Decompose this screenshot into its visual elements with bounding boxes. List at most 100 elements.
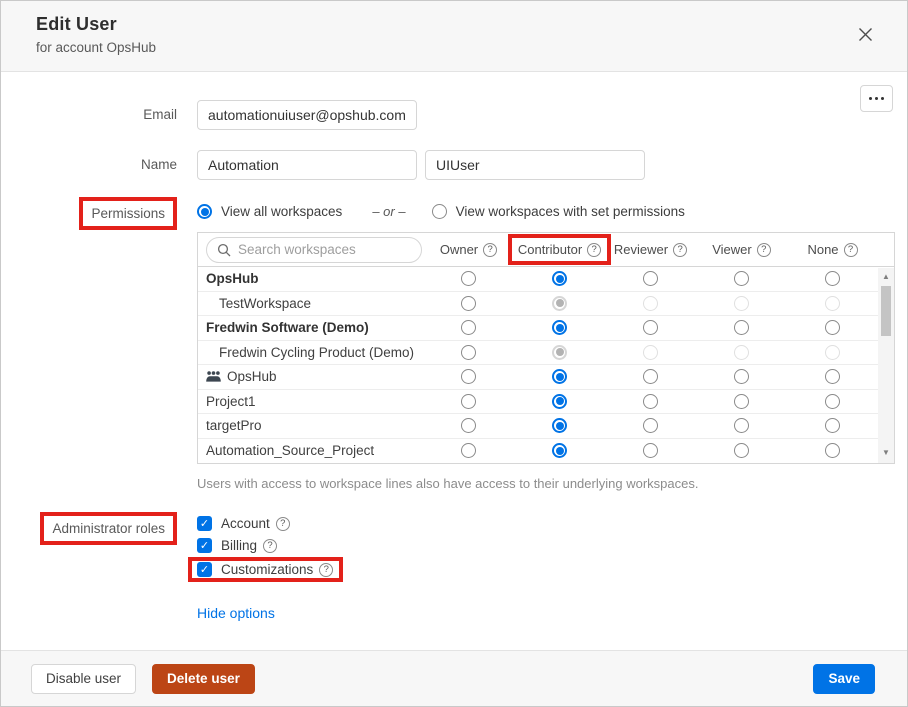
scroll-down-icon[interactable]: ▼ [882, 447, 890, 459]
permissions-label: Permissions [91, 206, 165, 221]
radio-viewer[interactable] [734, 394, 749, 409]
radio-owner[interactable] [461, 418, 476, 433]
help-icon[interactable]: ? [263, 539, 277, 553]
radio-none[interactable] [825, 443, 840, 458]
workspace-row: OpsHub [198, 267, 878, 292]
radio-viewer[interactable] [734, 369, 749, 384]
admin-roles-label: Administrator roles [52, 521, 165, 536]
column-label: Owner [440, 242, 478, 257]
workspace-note: Users with access to workspace lines als… [197, 476, 893, 491]
radio-none[interactable] [825, 369, 840, 384]
help-icon[interactable]: ? [276, 517, 290, 531]
help-icon[interactable]: ? [319, 563, 333, 577]
workspace-name: OpsHub [198, 271, 423, 286]
radio-owner[interactable] [461, 345, 476, 360]
more-options-button[interactable] [860, 85, 893, 112]
checkbox-icon[interactable]: ✓ [197, 562, 212, 577]
radio-contributor [552, 296, 567, 311]
email-row: Email [31, 100, 893, 130]
radio-owner[interactable] [461, 369, 476, 384]
radio-none[interactable] [825, 320, 840, 335]
page-subtitle: for account OpsHub [36, 40, 907, 55]
scrollbar[interactable]: ▲ ▼ [878, 268, 894, 463]
radio-viewer[interactable] [734, 271, 749, 286]
save-button[interactable]: Save [813, 664, 875, 694]
radio-none[interactable] [825, 394, 840, 409]
radio-viewer[interactable] [734, 320, 749, 335]
workspace-name: targetPro [198, 418, 423, 433]
checkbox-icon[interactable]: ✓ [197, 516, 212, 531]
workspace-name: OpsHub [198, 369, 423, 384]
admin-role-label: Customizations [221, 562, 313, 577]
radio-contributor[interactable] [552, 443, 567, 458]
modal-footer: Disable user Delete user Save [1, 650, 907, 706]
radio-viewer[interactable] [734, 418, 749, 433]
radio-viewer[interactable] [734, 443, 749, 458]
first-name-field[interactable] [197, 150, 417, 180]
radio-owner[interactable] [461, 296, 476, 311]
search-input[interactable] [231, 239, 401, 261]
help-icon[interactable]: ? [587, 243, 601, 257]
help-icon[interactable]: ? [757, 243, 771, 257]
column-header-none: None? [787, 234, 878, 265]
annotation-box-admin-roles: Administrator roles [40, 512, 177, 545]
email-label: Email [31, 100, 197, 130]
radio-contributor[interactable] [552, 418, 567, 433]
help-icon[interactable]: ? [844, 243, 858, 257]
email-field[interactable] [197, 100, 417, 130]
workspace-row: OpsHub [198, 365, 878, 390]
checkbox-icon[interactable]: ✓ [197, 538, 212, 553]
delete-user-button[interactable]: Delete user [152, 664, 255, 694]
radio-reviewer[interactable] [643, 369, 658, 384]
radio-none[interactable] [825, 418, 840, 433]
name-label: Name [31, 150, 197, 180]
column-header-reviewer: Reviewer? [605, 234, 696, 265]
disable-user-button[interactable]: Disable user [31, 664, 136, 694]
workspace-permissions-table: Owner?Contributor?Reviewer?Viewer?None? … [197, 232, 895, 464]
help-icon[interactable]: ? [483, 243, 497, 257]
radio-contributor[interactable] [552, 320, 567, 335]
view-all-workspaces-radio[interactable] [197, 204, 212, 219]
radio-owner[interactable] [461, 394, 476, 409]
page-title: Edit User [36, 14, 907, 35]
or-label: – or – [372, 204, 405, 219]
permissions-row: Permissions View all workspaces – or – V… [31, 197, 893, 491]
search-icon [217, 243, 231, 257]
radio-viewer [734, 296, 749, 311]
column-header-contributor: Contributor? [514, 234, 605, 265]
help-icon[interactable]: ? [673, 243, 687, 257]
radio-owner[interactable] [461, 320, 476, 335]
column-label: Viewer [712, 242, 752, 257]
close-button[interactable] [854, 25, 876, 47]
radio-reviewer [643, 345, 658, 360]
radio-owner[interactable] [461, 271, 476, 286]
hide-options-link[interactable]: Hide options [197, 605, 275, 621]
radio-contributor[interactable] [552, 271, 567, 286]
workspace-row: Fredwin Cycling Product (Demo) [198, 341, 878, 366]
scroll-up-icon[interactable]: ▲ [882, 271, 890, 283]
admin-roles-row: Administrator roles ✓Account?✓Billing?✓C… [31, 512, 893, 623]
workspace-name: Fredwin Cycling Product (Demo) [198, 345, 423, 360]
radio-reviewer[interactable] [643, 271, 658, 286]
radio-reviewer[interactable] [643, 443, 658, 458]
radio-reviewer [643, 296, 658, 311]
radio-none[interactable] [825, 271, 840, 286]
table-body: OpsHubTestWorkspaceFredwin Software (Dem… [198, 267, 894, 463]
radio-reviewer[interactable] [643, 320, 658, 335]
workspace-row: targetPro [198, 414, 878, 439]
column-label: Reviewer [614, 242, 668, 257]
last-name-field[interactable] [425, 150, 645, 180]
workspace-row: Project1 [198, 390, 878, 415]
admin-role-billing[interactable]: ✓Billing? [197, 538, 277, 553]
radio-reviewer[interactable] [643, 394, 658, 409]
radio-contributor[interactable] [552, 369, 567, 384]
admin-role-customizations[interactable]: ✓ Customizations? [188, 557, 343, 582]
radio-contributor[interactable] [552, 394, 567, 409]
view-set-permissions-radio[interactable] [432, 204, 447, 219]
admin-role-account[interactable]: ✓Account? [197, 516, 290, 531]
ellipsis-icon [869, 97, 884, 100]
radio-owner[interactable] [461, 443, 476, 458]
radio-reviewer[interactable] [643, 418, 658, 433]
scrollbar-thumb[interactable] [881, 286, 891, 336]
workspace-search[interactable] [206, 237, 422, 263]
